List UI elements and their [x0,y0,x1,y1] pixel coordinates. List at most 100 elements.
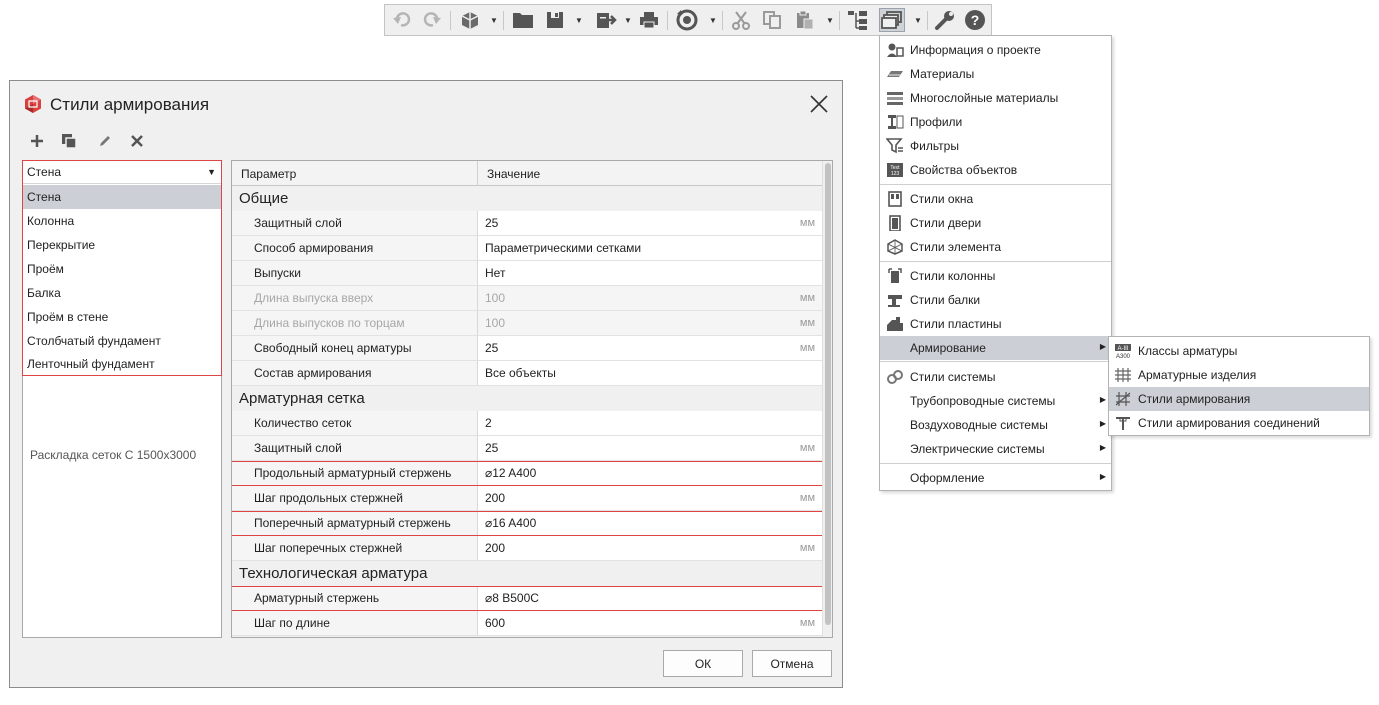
property-unit: мм [799,292,815,304]
property-name: Защитный слой [232,211,478,236]
help-icon[interactable]: ? [963,8,987,32]
paste-icon[interactable] [793,8,817,32]
property-value[interactable]: Параметрическими сетками [478,236,822,261]
property-value[interactable]: 200 мм [478,536,822,561]
menu-item-element-styles[interactable]: Стили элемента [880,235,1111,259]
menu-item-filters[interactable]: Фильтры [880,134,1111,158]
column-header-value[interactable]: Значение [478,161,822,186]
property-value-text: 600 [485,616,506,630]
print-icon[interactable] [637,8,661,32]
grid-header: Параметр Значение [232,161,822,186]
structure-icon[interactable] [846,8,870,32]
save-dropdown-icon[interactable]: ▼ [574,8,584,32]
property-name: Выпуски [232,261,478,286]
menu-item-column-styles[interactable]: Стили колонны [880,264,1111,288]
svg-text:A300: A300 [1116,354,1131,359]
category-option[interactable]: Стена [23,185,221,209]
menu-item-window-styles[interactable]: Стили окна [880,187,1111,211]
menu-item-multilayer-materials[interactable]: Многослойные материалы [880,86,1111,110]
sync-icon[interactable] [675,8,699,32]
cancel-button[interactable]: Отмена [752,650,832,677]
menu-item-profiles[interactable]: Профили [880,110,1111,134]
reinforcement-submenu: A-III A300 Классы арматуры Арматурные изд… [1108,336,1370,436]
property-value[interactable]: ⌀12 A400 [478,461,822,486]
property-value-text: ⌀12 A400 [485,466,537,480]
property-unit: мм [799,542,815,554]
sync-dropdown-icon[interactable]: ▼ [708,8,718,32]
export-icon[interactable] [594,8,618,32]
submenu-item-reinforcement-styles[interactable]: Стили армирования [1109,387,1369,411]
submenu-item-label: Классы арматуры [1138,344,1238,358]
menu-item-beam-styles[interactable]: Стили балки [880,288,1111,312]
submenu-item-rebar-products[interactable]: Арматурные изделия [1109,363,1369,387]
property-row: Количество сеток 2 [232,411,822,436]
menu-item-door-styles[interactable]: Стили двери [880,211,1111,235]
menu-item-reinforcement[interactable]: Армирование ▶ [880,336,1111,360]
property-value[interactable]: Все объекты [478,361,822,386]
menu-item-system-styles[interactable]: Стили системы [880,365,1111,389]
3d-view-icon[interactable] [458,8,482,32]
copy-icon[interactable] [760,8,784,32]
styles-manager-icon[interactable] [879,8,905,32]
property-value[interactable]: 25 мм [478,436,822,461]
property-value[interactable]: 2 [478,411,822,436]
menu-item-duct-systems[interactable]: Воздуховодные системы ▶ [880,413,1111,437]
property-value[interactable]: Нет [478,261,822,286]
property-name: Шаг по длине [232,611,478,636]
category-option[interactable]: Балка [23,281,221,305]
menu-item-object-properties[interactable]: Text 123 Свойства объектов [880,158,1111,182]
submenu-item-joint-reinforcement-styles[interactable]: Стили армирования соединений [1109,411,1369,435]
property-value-text: 100 [485,291,506,305]
vertical-scrollbar[interactable] [822,161,832,637]
category-option[interactable]: Проём в стене [23,305,221,329]
category-dropdown[interactable]: Стена ▼ Стена Колонна Перекрытие Проём Б… [22,160,222,376]
scrollbar-thumb[interactable] [825,163,831,625]
category-option[interactable]: Перекрытие [23,233,221,257]
close-icon[interactable] [808,93,830,115]
ok-button[interactable]: ОК [663,650,743,677]
property-value[interactable]: ⌀8 B500C [478,586,822,611]
property-unit: мм [799,317,815,329]
duplicate-icon[interactable] [60,132,78,150]
menu-item-project-info[interactable]: Информация о проекте [880,38,1111,62]
property-value[interactable]: 25 мм [478,211,822,236]
undo-icon[interactable] [390,8,414,32]
object-properties-icon: Text 123 [886,162,904,178]
column-header-parameter[interactable]: Параметр [232,161,478,186]
open-folder-icon[interactable] [511,8,535,32]
category-option[interactable]: Столбчатый фундамент [23,329,221,353]
menu-item-piping-systems[interactable]: Трубопроводные системы ▶ [880,389,1111,413]
menu-item-materials[interactable]: Материалы [880,62,1111,86]
property-value[interactable]: 600 мм [478,611,822,636]
category-option[interactable]: Колонна [23,209,221,233]
edit-icon[interactable] [96,132,114,150]
redo-icon[interactable] [420,8,444,32]
paste-dropdown-icon[interactable]: ▼ [825,8,835,32]
menu-item-plate-styles[interactable]: Стили пластины [880,312,1111,336]
menu-item-electrical-systems[interactable]: Электрические системы ▶ [880,437,1111,461]
submenu-arrow-icon: ▶ [1099,342,1106,351]
delete-icon[interactable] [128,132,146,150]
wrench-icon[interactable] [933,8,957,32]
cut-icon[interactable] [729,8,753,32]
styles-manager-dropdown-icon[interactable]: ▼ [913,8,923,32]
chevron-down-icon[interactable]: ▼ [207,167,216,177]
category-option[interactable]: Проём [23,257,221,281]
property-row: Защитный слой 25 мм [232,436,822,461]
category-option[interactable]: Ленточный фундамент [23,353,221,375]
property-unit: мм [799,342,815,354]
add-icon[interactable] [28,132,46,150]
menu-item-design[interactable]: Оформление ▶ [880,466,1111,490]
style-list-item-partial[interactable]: Раскладка сеток С 1500х3000 [30,448,196,462]
submenu-item-rebar-classes[interactable]: A-III A300 Классы арматуры [1109,339,1369,363]
export-dropdown-icon[interactable]: ▼ [623,8,633,32]
menu-item-label: Стили двери [910,216,982,230]
property-value[interactable]: 200 мм [478,486,822,511]
property-value[interactable]: ⌀16 A400 [478,511,822,536]
property-value[interactable]: 25 мм [478,336,822,361]
save-icon[interactable] [543,8,567,32]
menu-item-label: Трубопроводные системы [910,394,1056,408]
3d-view-dropdown-icon[interactable]: ▼ [489,8,499,32]
element-styles-icon [886,239,904,255]
category-select[interactable]: Стена ▼ [23,161,221,184]
